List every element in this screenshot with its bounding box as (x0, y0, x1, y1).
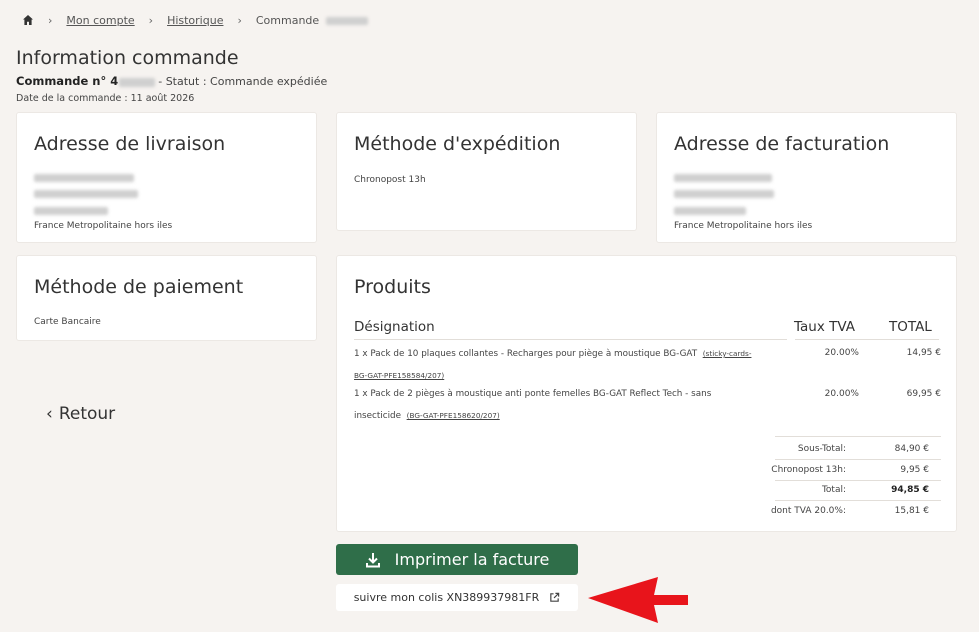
order-info: Commande n° 4 - Statut : Commande expédié… (16, 74, 327, 88)
breadcrumb-historique[interactable]: Historique (167, 14, 223, 27)
home-icon[interactable] (22, 14, 34, 26)
payment-method-value: Carte Bancaire (34, 317, 101, 327)
redacted-order-number (325, 16, 368, 25)
shipping-cost-label: Chronopost 13h: (771, 465, 846, 475)
total-value: 94,85 € (891, 485, 929, 495)
breadcrumb: › Mon compte › Historique › Commande (22, 12, 368, 28)
product-designation: 1 x Pack de 10 plaques collantes - Recha… (354, 349, 698, 359)
totals-divider (775, 459, 941, 460)
print-invoice-label: Imprimer la facture (394, 550, 550, 569)
payment-method-card: Méthode de paiement Carte Bancaire (16, 255, 317, 341)
chevron-right-icon: › (148, 13, 154, 27)
column-header-tva: Taux TVA (794, 319, 855, 335)
product-total: 69,95 € (906, 389, 941, 399)
billing-address-title: Adresse de facturation (674, 133, 890, 155)
totals-divider (775, 500, 941, 501)
shipping-method-title: Méthode d'expédition (354, 133, 561, 155)
product-ref-link[interactable]: (BG-GAT-PFE158620/207) (407, 411, 500, 420)
column-header-total: TOTAL (889, 319, 932, 335)
shipping-method-card: Méthode d'expédition Chronopost 13h (336, 112, 637, 231)
product-total: 14,95 € (906, 348, 941, 358)
vat-value: 15,81 € (894, 506, 929, 516)
product-designation-cont: insecticide (354, 411, 402, 421)
order-status: - Statut : Commande expédiée (158, 75, 328, 88)
shipping-cost-value: 9,95 € (900, 465, 929, 475)
redacted-order-number (119, 77, 156, 87)
totals-divider (775, 436, 941, 437)
shipping-address-card: Adresse de livraison France Metropolitai… (16, 112, 317, 243)
redacted-street (34, 190, 138, 198)
redacted-street (674, 190, 774, 198)
download-icon (365, 552, 380, 567)
order-date: Date de la commande : 11 août 2026 (16, 93, 195, 104)
product-ref-link[interactable]: BG-GAT-PFE158584/207) (354, 371, 444, 380)
external-link-icon (550, 592, 560, 602)
shipping-country: France Metropolitaine hors iles (34, 221, 173, 231)
subtotal-label: Sous-Total: (797, 444, 846, 454)
table-row: 1 x Pack de 10 plaques collantes - Recha… (354, 343, 784, 387)
breadcrumb-current-label: Commande (255, 13, 320, 27)
back-link[interactable]: ‹ Retour (46, 404, 115, 424)
product-ref-link[interactable]: (sticky-cards- (703, 349, 752, 358)
chevron-left-icon: ‹ (46, 404, 53, 424)
print-invoice-button[interactable]: Imprimer la facture (336, 544, 578, 575)
billing-country: France Metropolitaine hors iles (674, 221, 813, 231)
product-tva: 20.00% (824, 348, 859, 358)
billing-address-card: Adresse de facturation France Metropolit… (656, 112, 957, 243)
track-parcel-label: suivre mon colis XN389937981FR (353, 591, 540, 604)
table-row: 1 x Pack de 2 pièges à moustique anti po… (354, 384, 784, 427)
column-header-designation: Désignation (354, 319, 435, 335)
page-title: Information commande (16, 46, 239, 69)
breadcrumb-current: Commande (256, 14, 368, 27)
chevron-right-icon: › (48, 13, 53, 27)
shipping-method-value: Chronopost 13h (354, 175, 426, 185)
product-designation: 1 x Pack de 2 pièges à moustique anti po… (354, 389, 712, 399)
header-divider (795, 339, 939, 340)
subtotal-value: 84,90 € (894, 444, 929, 454)
totals-divider (775, 480, 941, 481)
redacted-city (674, 207, 746, 215)
header-divider (354, 339, 787, 340)
total-label: Total: (821, 485, 846, 495)
back-label: Retour (58, 404, 116, 424)
products-card: Produits Désignation Taux TVA TOTAL 1 x … (336, 255, 957, 532)
product-tva: 20.00% (824, 389, 859, 399)
redacted-name (34, 174, 134, 182)
track-parcel-button[interactable]: suivre mon colis XN389937981FR (336, 584, 578, 611)
products-title: Produits (354, 276, 431, 298)
shipping-address-title: Adresse de livraison (34, 133, 226, 155)
payment-method-title: Méthode de paiement (34, 276, 244, 298)
vat-label: dont TVA 20.0%: (770, 506, 846, 516)
redacted-city (34, 207, 108, 215)
annotation-arrow-icon (588, 577, 688, 623)
breadcrumb-mon-compte[interactable]: Mon compte (66, 14, 134, 27)
chevron-right-icon: › (237, 13, 242, 27)
order-number: Commande n° 4 (16, 74, 119, 88)
redacted-name (674, 174, 772, 182)
